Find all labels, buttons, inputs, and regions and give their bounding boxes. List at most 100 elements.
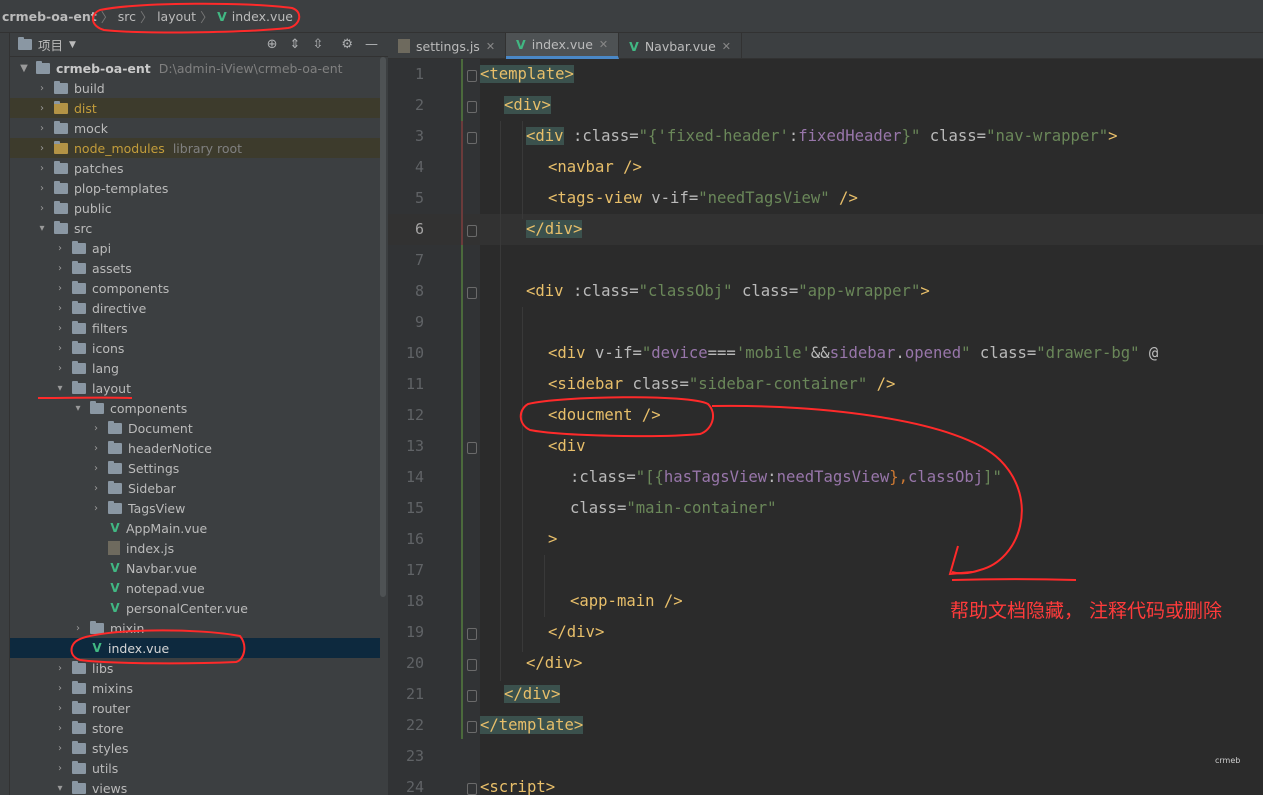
breadcrumb-project[interactable]: crmeb-oa-ent	[0, 0, 97, 33]
tree-item-label: plop-templates	[74, 180, 169, 196]
tree-item[interactable]: › store	[10, 718, 380, 738]
vcs-change-marker[interactable]	[461, 121, 463, 245]
js-file-icon	[398, 39, 410, 53]
tree-item-label: TagsView	[128, 500, 186, 516]
tree-item[interactable]: › api	[10, 238, 380, 258]
line-number: 2	[414, 96, 424, 114]
tab-navbar-vue[interactable]: V Navbar.vue ✕	[619, 33, 743, 59]
code-line-4: <navbar />	[548, 158, 642, 176]
tab-index-vue[interactable]: V index.vue ✕	[506, 33, 620, 59]
tree-item[interactable]: › directive	[10, 298, 380, 318]
tree-item[interactable]: V Navbar.vue	[10, 558, 380, 578]
tree-item[interactable]: › libs	[10, 658, 380, 678]
tab-settings-js[interactable]: settings.js ✕	[388, 33, 507, 59]
folder-icon	[72, 360, 86, 374]
tree-item[interactable]: ▾ views	[10, 778, 380, 795]
tree-item-label: AppMain.vue	[126, 520, 208, 536]
current-line-highlight	[480, 214, 1263, 245]
tree-item[interactable]: V AppMain.vue	[10, 518, 380, 538]
project-toolbar: ⊕ ⇕ ⇳ ⚙ —	[267, 37, 388, 52]
folder-icon	[108, 460, 122, 474]
vue-file-icon: V	[110, 521, 120, 535]
breadcrumb-file[interactable]: V index.vue	[217, 0, 293, 33]
close-icon[interactable]: ✕	[486, 40, 495, 53]
editor-tabs: settings.js ✕ V index.vue ✕ V Navbar.vue…	[388, 33, 1263, 59]
tree-item[interactable]: VpersonalCenter.vue	[10, 598, 380, 618]
tree-item[interactable]: › mixin	[10, 618, 380, 638]
tree-item[interactable]: › assets	[10, 258, 380, 278]
collapse-all-icon[interactable]: ⇳	[312, 37, 323, 52]
tree-item[interactable]: › mock	[10, 118, 380, 138]
tree-item[interactable]: › TagsView	[10, 498, 380, 518]
tree-item[interactable]: ▾ components	[10, 398, 380, 418]
line-number: 19	[405, 623, 424, 641]
tree-item[interactable]: › node_modules library root	[10, 138, 380, 158]
tree-item[interactable]: › build	[10, 78, 380, 98]
tree-item[interactable]: › public	[10, 198, 380, 218]
tree-item[interactable]: index.js	[10, 538, 380, 558]
tree-item[interactable]: Vnotepad.vue	[10, 578, 380, 598]
fold-marker-icon[interactable]	[467, 225, 477, 237]
chevron-down-icon: ▾	[57, 782, 63, 794]
tree-item[interactable]: › mixins	[10, 678, 380, 698]
fold-marker-icon[interactable]	[467, 628, 477, 640]
tree-item[interactable]: › components	[10, 278, 380, 298]
tree-item[interactable]: › patches	[10, 158, 380, 178]
tree-item[interactable]: ▾ src	[10, 218, 380, 238]
fold-marker-icon[interactable]	[467, 132, 477, 144]
annotation-note: 帮助文档隐藏， 注释代码或删除	[950, 600, 1223, 622]
tree-item[interactable]: › icons	[10, 338, 380, 358]
tree-scrollbar[interactable]	[380, 57, 386, 597]
tree-item-label: assets	[92, 260, 132, 276]
tree-item[interactable]: › dist	[10, 98, 380, 118]
expand-all-icon[interactable]: ⇕	[290, 37, 301, 52]
fold-marker-icon[interactable]	[467, 287, 477, 299]
breadcrumb-separator: 〉	[100, 10, 114, 26]
fold-marker-icon[interactable]	[467, 442, 477, 454]
tree-item[interactable]: › Settings	[10, 458, 380, 478]
tree-item[interactable]: › utils	[10, 758, 380, 778]
tree-item[interactable]: › Sidebar	[10, 478, 380, 498]
line-number: 22	[405, 716, 424, 734]
project-view-selector[interactable]: 项目 ▼	[18, 35, 76, 54]
fold-marker-icon[interactable]	[467, 101, 477, 113]
code-line-18: <app-main />	[570, 592, 683, 610]
close-icon[interactable]: ✕	[599, 38, 608, 51]
code-line-1: <template>	[480, 65, 574, 83]
gear-icon[interactable]: ⚙	[341, 37, 353, 52]
tree-item-label: libs	[92, 660, 114, 676]
tree-item[interactable]: › router	[10, 698, 380, 718]
line-number: 5	[414, 189, 424, 207]
tree-item[interactable]: › lang	[10, 358, 380, 378]
locate-icon[interactable]: ⊕	[267, 37, 278, 52]
tree-item[interactable]: › plop-templates	[10, 178, 380, 198]
tree-item[interactable]: ▾ layout	[10, 378, 380, 398]
tree-item-selected[interactable]: Vindex.vue	[10, 638, 380, 658]
fold-marker-icon[interactable]	[467, 659, 477, 671]
tree-item[interactable]: › Document	[10, 418, 380, 438]
tool-window-strip[interactable]	[0, 33, 10, 795]
close-icon[interactable]: ✕	[722, 40, 731, 53]
fold-marker-icon[interactable]	[467, 783, 477, 795]
chevron-right-icon: ›	[94, 422, 98, 434]
tree-item[interactable]: › headerNotice	[10, 438, 380, 458]
folder-icon	[54, 180, 68, 194]
folder-icon	[108, 500, 122, 514]
chevron-right-icon: ›	[58, 302, 62, 314]
folder-icon	[36, 60, 50, 74]
line-number: 4	[414, 158, 424, 176]
line-number: 18	[405, 592, 424, 610]
fold-marker-icon[interactable]	[467, 721, 477, 733]
breadcrumb-layout[interactable]: layout	[157, 0, 196, 33]
line-number: 9	[414, 313, 424, 331]
hide-icon[interactable]: —	[365, 37, 378, 52]
tree-item[interactable]: › filters	[10, 318, 380, 338]
tree-root[interactable]: ▼ crmeb-oa-ent D:\admin-iView\crmeb-oa-e…	[10, 58, 380, 78]
chevron-right-icon: ›	[40, 202, 44, 214]
fold-marker-icon[interactable]	[467, 70, 477, 82]
code-line-2: <div>	[504, 96, 551, 114]
fold-marker-icon[interactable]	[467, 690, 477, 702]
breadcrumb-src[interactable]: src	[118, 0, 136, 33]
tree-item-label: public	[74, 200, 112, 216]
tree-item[interactable]: › styles	[10, 738, 380, 758]
